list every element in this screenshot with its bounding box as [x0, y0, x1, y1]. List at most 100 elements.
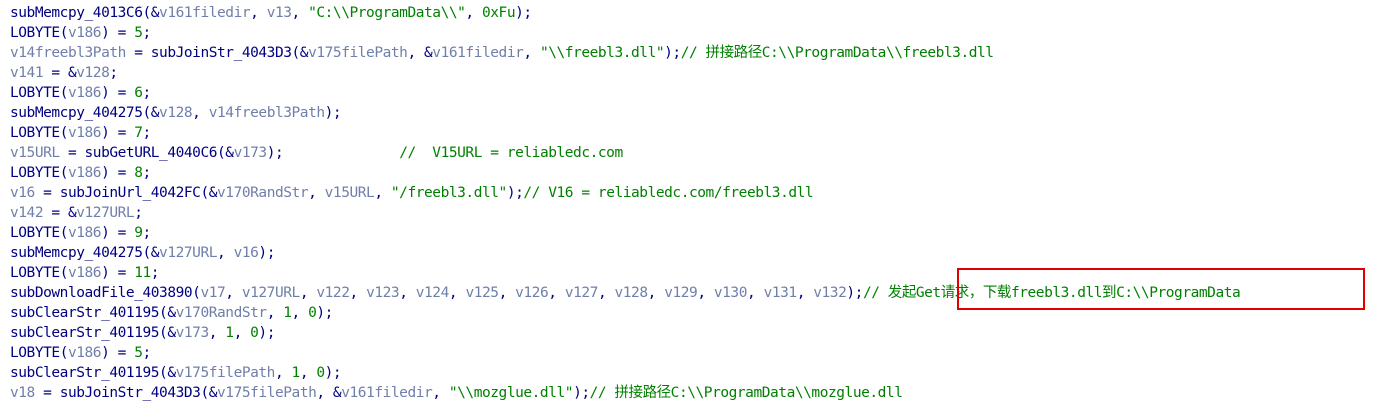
punctuation: (&	[142, 245, 160, 261]
variable-name: v186	[67, 125, 102, 141]
punctuation: (&	[159, 305, 176, 321]
function-name: LOBYTE	[10, 265, 60, 281]
variable-name: v175filePath	[308, 45, 408, 61]
punctuation: ,	[291, 305, 309, 321]
punctuation: ,	[291, 5, 309, 21]
punctuation: ,	[399, 285, 416, 301]
variable-name: v175filePath	[175, 365, 276, 381]
punctuation: ) =	[101, 345, 135, 361]
variable-name: v128	[614, 285, 649, 301]
punctuation: =	[34, 185, 60, 201]
punctuation: ,	[523, 45, 540, 61]
variable-name: v126	[515, 285, 549, 301]
string-literal: "/freebl3.dll"	[390, 185, 507, 201]
code-line: subMemcpy_404275(&v127URL, v16);	[10, 243, 1378, 263]
number-literal: 1	[291, 365, 301, 381]
variable-name: v170RandStr	[175, 305, 268, 321]
punctuation: (	[59, 345, 69, 361]
punctuation: );	[258, 325, 275, 341]
variable-name: v186	[67, 25, 102, 41]
number-literal: 11	[134, 265, 151, 281]
punctuation: ,	[250, 5, 267, 21]
number-literal: 9	[134, 225, 143, 241]
punctuation: (&	[291, 45, 309, 61]
code-line: LOBYTE(v186) = 9;	[10, 223, 1378, 243]
variable-name: v186	[67, 85, 102, 101]
variable-name: v175filePath	[217, 385, 317, 401]
variable-name: v127URL	[241, 285, 300, 301]
punctuation: , &	[407, 45, 433, 61]
function-name: subClearStr_401195	[10, 365, 160, 381]
punctuation: (	[59, 225, 69, 241]
punctuation: ,	[647, 285, 665, 301]
number-literal: 5	[134, 25, 143, 41]
punctuation: ,	[465, 5, 482, 21]
function-name: subClearStr_401195	[10, 305, 160, 321]
function-name: LOBYTE	[10, 125, 60, 141]
punctuation: );	[664, 45, 681, 61]
variable-name: v173	[233, 145, 268, 161]
punctuation: (	[59, 25, 69, 41]
punctuation: ,	[299, 365, 317, 381]
variable-name: v125	[465, 285, 499, 301]
code-line: subMemcpy_404275(&v128, v14freebl3Path);	[10, 103, 1378, 123]
variable-name: v127URL	[76, 205, 135, 221]
punctuation: (&	[142, 105, 160, 121]
punctuation: ,	[432, 385, 449, 401]
punctuation: (&	[200, 385, 218, 401]
function-name: LOBYTE	[10, 165, 60, 181]
punctuation: (&	[159, 325, 176, 341]
punctuation: );	[506, 185, 524, 201]
punctuation: );	[316, 305, 333, 321]
number-literal: 8	[134, 165, 143, 181]
number-literal: 0	[316, 365, 325, 381]
variable-name: v161filedir	[432, 45, 524, 61]
number-literal: 1	[225, 325, 234, 341]
code-comment: // V16 = reliabledc.com/freebl3.dll	[523, 185, 814, 201]
code-line: subClearStr_401195(&v175filePath, 1, 0);	[10, 363, 1378, 383]
variable-name: v141	[10, 65, 44, 81]
punctuation: ) =	[101, 225, 135, 241]
punctuation: ,	[796, 285, 814, 301]
variable-name: v128	[159, 105, 193, 121]
variable-name: v16	[10, 185, 35, 201]
punctuation: );	[258, 245, 275, 261]
variable-name: v18	[10, 385, 35, 401]
code-line: LOBYTE(v186) = 5;	[10, 23, 1378, 43]
punctuation: ,	[299, 285, 317, 301]
variable-name: v129	[664, 285, 698, 301]
code-line: subClearStr_401195(&v173, 1, 0);	[10, 323, 1378, 343]
variable-name: v127URL	[159, 245, 218, 261]
variable-name: v131	[763, 285, 798, 301]
variable-name: v170RandStr	[217, 185, 309, 201]
punctuation: ) =	[101, 265, 135, 281]
number-literal: 1	[283, 305, 292, 321]
string-literal: "C:\\ProgramData\\"	[308, 5, 466, 21]
punctuation: = &	[43, 205, 77, 221]
punctuation: , &	[316, 385, 342, 401]
number-literal: 7	[134, 125, 143, 141]
punctuation: ;	[142, 85, 152, 101]
punctuation: ,	[192, 105, 209, 121]
variable-name: v14freebl3Path	[10, 45, 126, 61]
punctuation: ,	[274, 365, 292, 381]
punctuation: ;	[142, 225, 152, 241]
punctuation: ;	[142, 125, 152, 141]
code-line: v16 = subJoinUrl_4042FC(&v170RandStr, v1…	[10, 183, 1378, 203]
punctuation: );	[324, 365, 342, 381]
punctuation: );	[573, 385, 590, 401]
punctuation: ,	[374, 185, 391, 201]
code-line: LOBYTE(v186) = 6;	[10, 83, 1378, 103]
variable-name: v130	[713, 285, 748, 301]
function-name: subJoinStr_4043D3	[59, 385, 201, 401]
function-name: LOBYTE	[10, 345, 60, 361]
punctuation: ) =	[101, 125, 135, 141]
punctuation: ) =	[101, 25, 135, 41]
code-line: v18 = subJoinStr_4043D3(&v175filePath, &…	[10, 383, 1378, 403]
punctuation: =	[34, 385, 60, 401]
variable-name: v15URL	[324, 185, 375, 201]
decompiled-code-view: subMemcpy_4013C6(&v161filedir, v13, "C:\…	[10, 3, 1378, 403]
punctuation: (&	[159, 365, 176, 381]
code-comment: // V15URL = reliabledc.com	[399, 145, 623, 161]
punctuation: ,	[448, 285, 466, 301]
